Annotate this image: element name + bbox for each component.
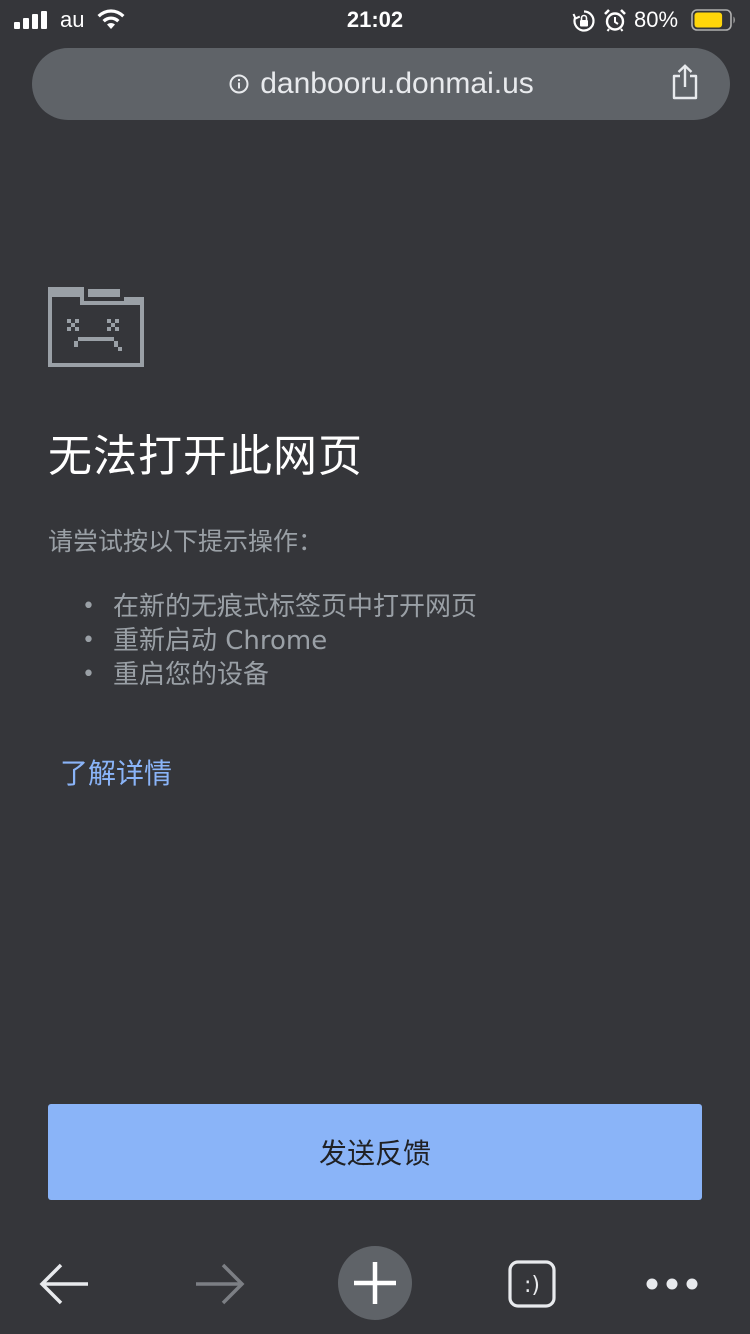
- forward-arrow-icon: [196, 1263, 245, 1305]
- bullet: •: [82, 594, 95, 619]
- url-display[interactable]: danbooru.donmai.us: [32, 48, 730, 120]
- new-tab-button[interactable]: [338, 1246, 412, 1320]
- suggestion-intro: 请尝试按以下提示操作：: [48, 527, 324, 556]
- suggestion-text: 重启您的设备: [113, 660, 270, 690]
- back-button[interactable]: [26, 1246, 102, 1322]
- sad-tab-icon: [48, 287, 144, 367]
- share-icon[interactable]: [670, 64, 700, 100]
- suggestion-list: • 在新的无痕式标签页中打开网页 • 重新启动 Chrome • 重启您的设备: [82, 590, 477, 692]
- bottom-toolbar: :): [0, 1224, 750, 1334]
- send-feedback-button[interactable]: 发送反馈: [48, 1104, 702, 1200]
- forward-button[interactable]: [182, 1246, 258, 1322]
- tab-count: :): [524, 1273, 540, 1298]
- suggestion-text: 重新启动 Chrome: [113, 626, 328, 656]
- url-text[interactable]: danbooru.donmai.us: [260, 67, 534, 101]
- bullet: •: [82, 628, 95, 653]
- battery-icon: [691, 9, 735, 31]
- tab-switcher-icon: :): [508, 1260, 556, 1308]
- new-tab-plus-icon: [354, 1262, 396, 1304]
- bullet: •: [82, 662, 95, 687]
- rotation-lock-icon: [572, 10, 595, 32]
- error-title: 无法打开此网页: [48, 431, 363, 482]
- alarm-icon: [604, 9, 626, 32]
- status-bar: au 21:02 80%: [0, 0, 750, 40]
- list-item: • 重启您的设备: [82, 658, 477, 692]
- more-menu-icon: [646, 1278, 698, 1290]
- list-item: • 在新的无痕式标签页中打开网页: [82, 590, 477, 624]
- learn-more-link[interactable]: 了解详情: [60, 752, 172, 792]
- list-item: • 重新启动 Chrome: [82, 624, 477, 658]
- suggestion-text: 在新的无痕式标签页中打开网页: [113, 592, 478, 622]
- battery-percent: 80%: [634, 7, 679, 32]
- address-bar[interactable]: danbooru.donmai.us: [32, 48, 730, 120]
- info-icon[interactable]: [228, 73, 250, 95]
- tab-switcher-button[interactable]: :): [494, 1246, 570, 1322]
- more-menu-button[interactable]: [634, 1246, 710, 1322]
- back-arrow-icon: [39, 1263, 88, 1305]
